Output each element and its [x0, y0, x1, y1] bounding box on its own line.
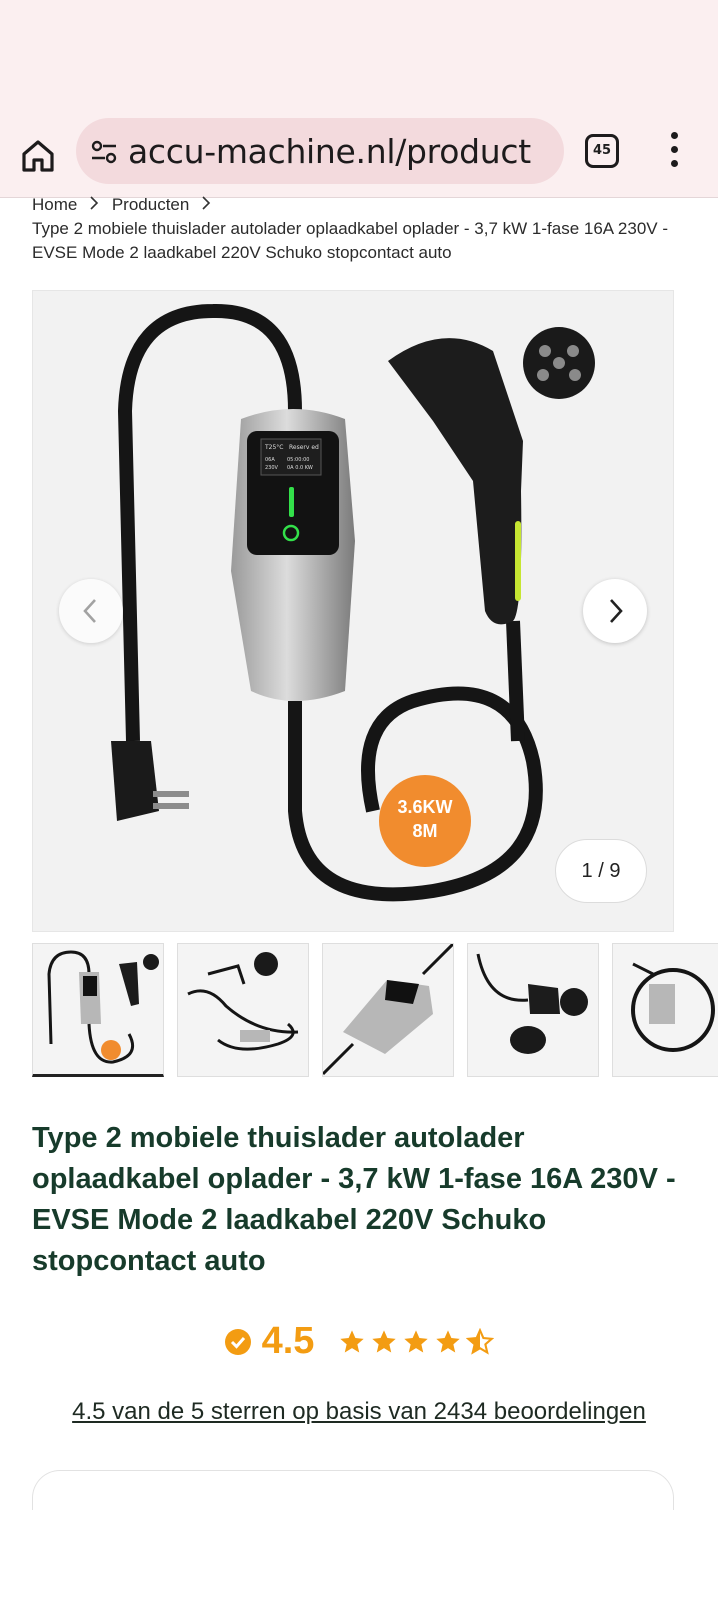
- url-text[interactable]: accu-machine.nl/product: [128, 132, 531, 171]
- thumbnail-1[interactable]: [32, 943, 164, 1077]
- star-icon: [372, 1329, 397, 1352]
- star-icon: [404, 1329, 429, 1352]
- image-counter: 1 / 9: [555, 839, 647, 903]
- star-icon: [436, 1329, 461, 1352]
- verified-check-icon: [224, 1328, 251, 1355]
- screen-kw: 0A 0.0 KW: [287, 465, 313, 471]
- product-title: Type 2 mobiele thuislader autolader opla…: [32, 1122, 676, 1277]
- thumbnail-4[interactable]: [467, 943, 599, 1077]
- chevron-right-icon: [202, 193, 211, 217]
- browser-toolbar: accu-machine.nl/product 45: [0, 108, 718, 198]
- breadcrumb-producten[interactable]: Producten: [112, 195, 190, 214]
- screen-reserv: Reserv ed: [289, 444, 319, 451]
- product-gallery[interactable]: T25°C Reserv ed 06A 05:00:00 230V 0A 0.0…: [32, 290, 674, 932]
- tabs-icon[interactable]: 45: [585, 134, 619, 168]
- next-image-button[interactable]: [583, 579, 647, 643]
- thumbnail-2[interactable]: [177, 943, 309, 1077]
- badge-power: 3.6KW: [397, 797, 452, 817]
- status-bar-area: [0, 0, 718, 108]
- badge-length: 8M: [412, 821, 437, 841]
- thumbnail-5[interactable]: [612, 943, 718, 1077]
- screen-time: 05:00:00: [287, 457, 309, 463]
- tune-icon[interactable]: [90, 138, 118, 166]
- next-section-card: [32, 1470, 674, 1510]
- screen-volt: 230V: [265, 465, 279, 471]
- thumbnail-3[interactable]: [322, 943, 454, 1077]
- product-image: T25°C Reserv ed 06A 05:00:00 230V 0A 0.0…: [111, 303, 595, 902]
- breadcrumb-home[interactable]: Home: [32, 195, 77, 214]
- chevron-left-icon: [83, 599, 96, 623]
- star-icon: [340, 1329, 365, 1352]
- address-bar[interactable]: accu-machine.nl/product: [76, 118, 564, 184]
- thumbnail-strip[interactable]: [32, 943, 718, 1077]
- screen-temp: T25°C: [264, 444, 284, 451]
- rating-summary-link[interactable]: 4.5 van de 5 sterren op basis van 2434 b…: [0, 1398, 718, 1426]
- screen-amp: 06A: [265, 457, 275, 463]
- chevron-right-icon: [610, 599, 623, 623]
- breadcrumb: Home Producten Type 2 mobiele thuislader…: [32, 193, 702, 265]
- rating-row: 4.5: [0, 1320, 718, 1374]
- star-rating: [338, 1327, 495, 1356]
- home-icon[interactable]: [18, 136, 58, 176]
- more-vert-icon[interactable]: [668, 132, 680, 172]
- prev-image-button[interactable]: [59, 579, 123, 643]
- breadcrumb-current: Type 2 mobiele thuislader autolader opla…: [32, 219, 669, 262]
- half-star-icon: [466, 1327, 495, 1355]
- chevron-right-icon: [90, 193, 99, 217]
- rating-value: 4.5: [261, 1320, 315, 1362]
